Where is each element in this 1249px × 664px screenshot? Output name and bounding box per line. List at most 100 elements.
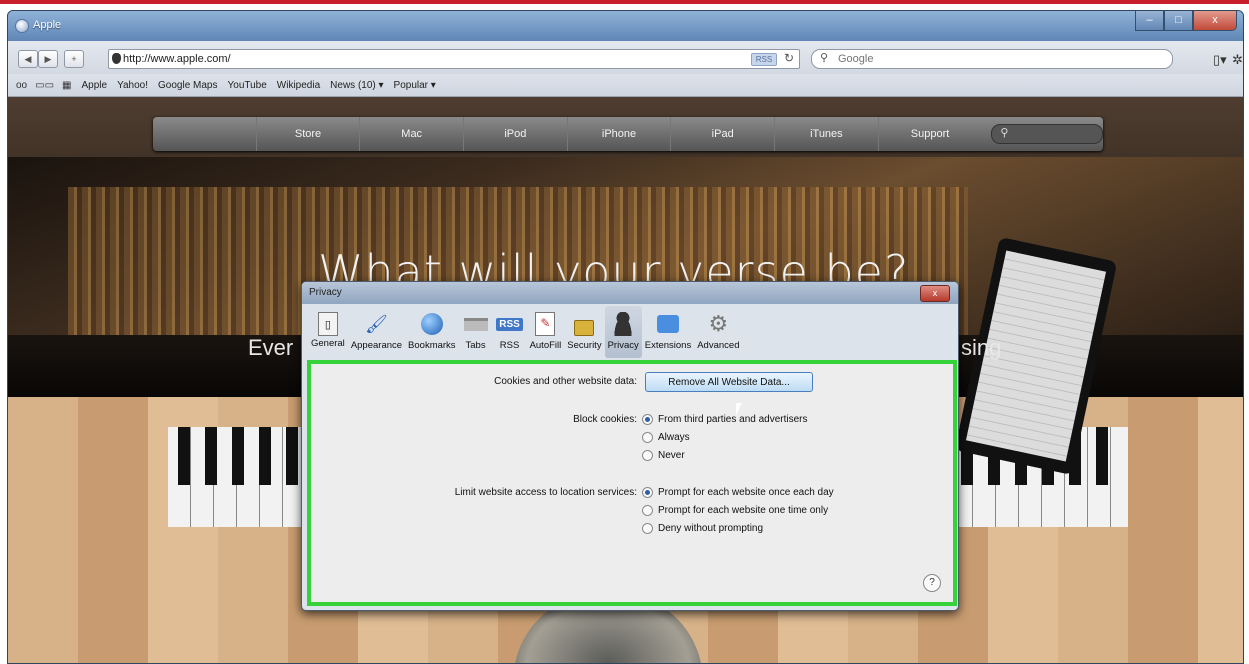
cookies-label: Cookies and other website data:	[494, 376, 637, 387]
hero-subtitle-right: sing	[961, 335, 1002, 360]
appearance-icon: 🖌	[364, 313, 388, 334]
block-option-always[interactable]: Always	[642, 432, 690, 443]
tab-autofill[interactable]: ✎ AutoFill	[527, 306, 565, 358]
add-bookmark-button[interactable]: +	[64, 50, 84, 68]
minimize-button[interactable]: –	[1135, 11, 1164, 31]
apple-favicon-icon	[112, 53, 121, 64]
puzzle-icon	[654, 310, 682, 338]
reload-icon[interactable]: ↻	[784, 51, 794, 65]
tab-general-label: General	[311, 338, 345, 349]
address-input[interactable]	[123, 51, 723, 67]
tab-bookmarks-label: Bookmarks	[408, 340, 456, 351]
radio-button[interactable]	[642, 414, 653, 425]
nav-mac[interactable]: Mac	[359, 117, 463, 151]
mouse-cursor-icon	[736, 403, 742, 415]
forward-button[interactable]: ▶	[38, 50, 58, 68]
gear-icon: ⚙	[708, 311, 729, 336]
bookmark-apple[interactable]: Apple	[81, 80, 107, 91]
tab-tabs-label: Tabs	[465, 340, 486, 351]
block-cookies-label: Block cookies:	[573, 414, 637, 425]
privacy-preferences-dialog: Privacy x ▯ General 🖌 Appearance Bookmar…	[301, 281, 959, 611]
bookmark-youtube[interactable]: YouTube	[228, 80, 267, 91]
top-red-rule	[0, 0, 1249, 4]
general-icon: ▯	[317, 312, 338, 336]
tab-autofill-label: AutoFill	[529, 340, 562, 351]
remove-all-website-data-button[interactable]: Remove All Website Data...	[645, 372, 813, 392]
search-field: ⚲	[811, 49, 1173, 69]
window-controls: – □ x	[1135, 11, 1237, 31]
tab-security[interactable]: Security	[564, 306, 604, 358]
search-input[interactable]	[838, 51, 1158, 67]
radio-button[interactable]	[642, 523, 653, 534]
radio-button[interactable]	[642, 505, 653, 516]
bookmark-popular[interactable]: Popular ▾	[394, 80, 436, 91]
rss-icon: RSS	[496, 310, 524, 338]
page-menu-icon[interactable]: ▯▾	[1213, 52, 1227, 68]
privacy-settings-panel: Cookies and other website data: Remove A…	[307, 360, 957, 606]
tab-extensions-label: Extensions	[644, 340, 692, 351]
tab-bookmarks[interactable]: Bookmarks	[405, 306, 459, 358]
book-icon[interactable]: ▭▭	[35, 80, 54, 91]
safari-icon	[15, 19, 29, 33]
grid-icon[interactable]: ▦	[62, 80, 71, 91]
tab-advanced-label: Advanced	[697, 340, 740, 351]
block-option-third-party[interactable]: From third parties and advertisers	[642, 414, 808, 425]
radio-button[interactable]	[642, 487, 653, 498]
tab-privacy-label: Privacy	[607, 340, 639, 351]
hero-subtitle-left: Ever	[248, 335, 294, 360]
toolbar: ◀ ▶ + RSS ↻ ⚲	[8, 41, 1243, 74]
help-button[interactable]: ?	[923, 574, 941, 592]
back-button[interactable]: ◀	[18, 50, 38, 68]
dialog-title: Privacy	[309, 287, 342, 298]
close-button[interactable]: x	[1193, 11, 1237, 31]
radio-button[interactable]	[642, 450, 653, 461]
tab-advanced[interactable]: ⚙ Advanced	[694, 306, 742, 358]
reader-icon[interactable]: oo	[16, 80, 27, 91]
dialog-title-bar: Privacy x	[302, 282, 958, 304]
tab-appearance[interactable]: 🖌 Appearance	[348, 306, 405, 358]
lock-icon	[570, 310, 598, 338]
location-option-label: Prompt for each website one time only	[658, 505, 829, 516]
block-option-never[interactable]: Never	[642, 450, 685, 461]
address-bar: RSS ↻	[108, 49, 800, 69]
tab-tabs[interactable]: Tabs	[459, 306, 493, 358]
tab-rss-label: RSS	[499, 340, 520, 351]
location-option-once-each-day[interactable]: Prompt for each website once each day	[642, 487, 834, 498]
person-icon	[609, 310, 637, 338]
radio-button[interactable]	[642, 432, 653, 443]
bookmark-news[interactable]: News (10) ▾	[330, 80, 383, 91]
browser-window: Apple – □ x ◀ ▶ + RSS ↻ ⚲ ▯▾ ✲▾ oo ▭▭ ▦ …	[7, 10, 1244, 664]
location-option-label: Prompt for each website once each day	[658, 487, 834, 498]
location-option-label: Deny without prompting	[658, 523, 764, 534]
block-option-label: From third parties and advertisers	[658, 414, 808, 425]
preferences-tabs: ▯ General 🖌 Appearance Bookmarks Tabs RS…	[308, 306, 742, 358]
tab-rss[interactable]: RSS RSS	[493, 306, 527, 358]
nav-itunes[interactable]: iTunes	[774, 117, 878, 151]
rss-badge-button[interactable]: RSS	[751, 53, 777, 66]
apple-search-field[interactable]: ⚲	[991, 124, 1104, 144]
gear-icon[interactable]: ✲▾	[1232, 52, 1243, 68]
location-option-deny[interactable]: Deny without prompting	[642, 523, 763, 534]
nav-support[interactable]: Support	[877, 117, 982, 151]
nav-store[interactable]: Store	[255, 117, 360, 151]
bookmark-yahoo[interactable]: Yahoo!	[117, 80, 148, 91]
tab-appearance-label: Appearance	[350, 340, 403, 351]
bookmarks-bar: oo ▭▭ ▦ Apple Yahoo! Google Maps YouTube…	[8, 74, 1243, 97]
tab-general[interactable]: ▯ General	[308, 306, 348, 358]
location-option-one-time-only[interactable]: Prompt for each website one time only	[642, 505, 828, 516]
bookmark-wikipedia[interactable]: Wikipedia	[277, 80, 320, 91]
autofill-icon: ✎	[531, 310, 559, 338]
apple-global-nav: Store Mac iPod iPhone iPad iTunes Suppor…	[153, 117, 1104, 151]
nav-ipad[interactable]: iPad	[670, 117, 774, 151]
nav-iphone[interactable]: iPhone	[566, 117, 671, 151]
block-option-label: Always	[658, 432, 690, 443]
block-option-label: Never	[658, 450, 685, 461]
dialog-close-button[interactable]: x	[920, 285, 950, 302]
nav-ipod[interactable]: iPod	[463, 117, 567, 151]
tab-security-label: Security	[567, 340, 602, 351]
maximize-button[interactable]: □	[1164, 11, 1193, 31]
tab-privacy[interactable]: Privacy	[604, 306, 642, 358]
bookmark-google-maps[interactable]: Google Maps	[158, 80, 217, 91]
search-icon: ⚲	[1000, 127, 1009, 139]
tab-extensions[interactable]: Extensions	[642, 306, 694, 358]
